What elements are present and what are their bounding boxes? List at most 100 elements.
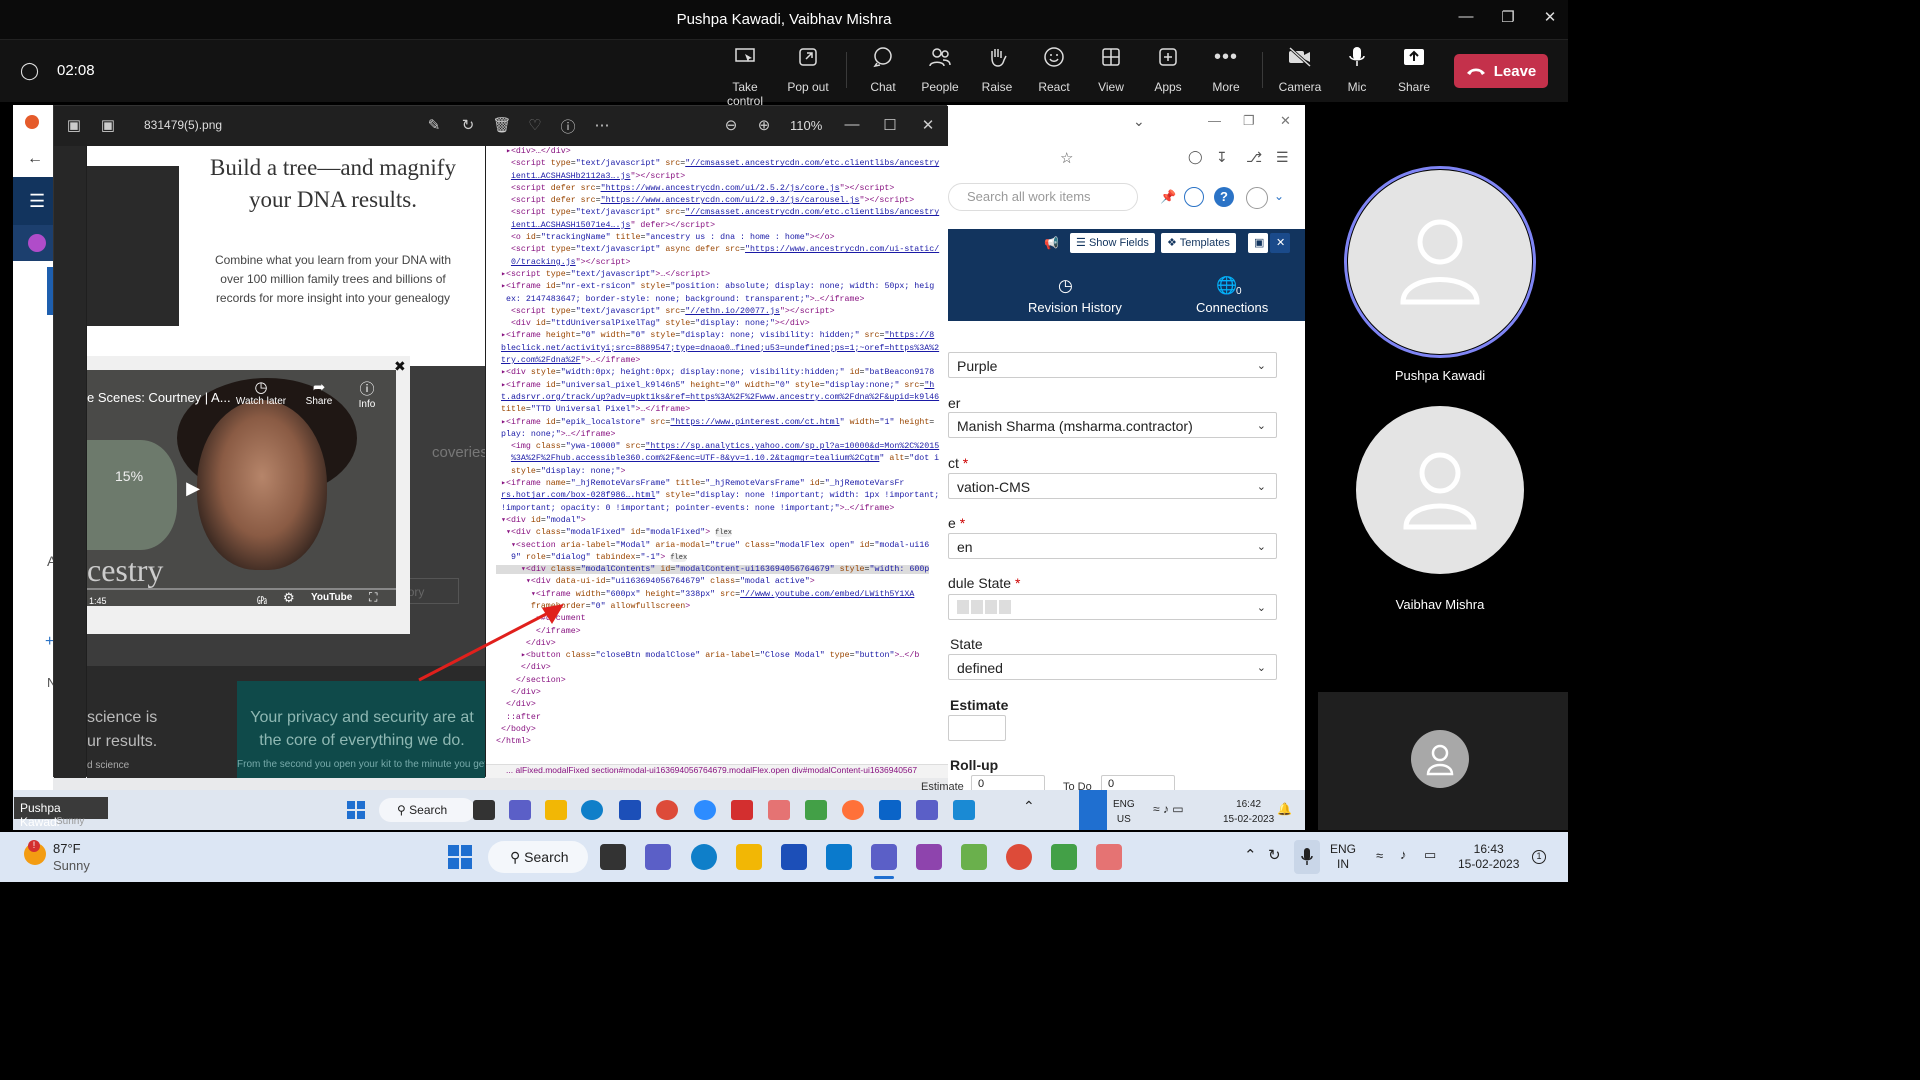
volume-icon[interactable]: ♪: [1400, 847, 1407, 862]
chat-button[interactable]: Chat: [853, 44, 913, 100]
back-arrow-icon[interactable]: ←: [27, 150, 43, 168]
mic-tray-icon[interactable]: [1294, 840, 1320, 874]
file-explorer-icon[interactable]: [736, 844, 762, 870]
gallery-icon[interactable]: ▣: [64, 116, 84, 136]
notification-icon[interactable]: 🔔: [1277, 802, 1292, 816]
connections-tab[interactable]: Connections: [1196, 300, 1268, 315]
field-schedule-state[interactable]: ⌄: [948, 594, 1277, 620]
chevron-up-icon[interactable]: ⌃: [1244, 846, 1257, 864]
minimize-icon[interactable]: —: [842, 116, 862, 136]
edge-icon[interactable]: [581, 800, 603, 820]
anydesk-icon[interactable]: [731, 800, 753, 820]
store-icon[interactable]: [781, 844, 807, 870]
pop-out-button[interactable]: Pop out: [778, 44, 838, 100]
language-indicator[interactable]: ENG IN: [1330, 842, 1356, 872]
field-color[interactable]: Purple ⌄: [948, 352, 1277, 378]
avatar[interactable]: [1356, 406, 1524, 574]
task-view-icon[interactable]: [600, 844, 626, 870]
app-icon[interactable]: [953, 800, 975, 820]
apps-button[interactable]: Apps: [1138, 44, 1198, 100]
close-icon[interactable]: ✕: [1270, 233, 1290, 253]
outlook-icon[interactable]: [879, 800, 901, 820]
store-icon[interactable]: [619, 800, 641, 820]
rotate-icon[interactable]: ↻: [458, 116, 478, 136]
megaphone-icon[interactable]: 📢: [1044, 236, 1059, 250]
avatar[interactable]: [1348, 170, 1532, 354]
history-icon[interactable]: [1184, 187, 1204, 207]
show-fields-button[interactable]: ☰ Show Fields: [1070, 233, 1155, 253]
clock[interactable]: 16:43 15-02-2023: [1458, 842, 1519, 872]
teams-icon[interactable]: [916, 800, 938, 820]
notification-count[interactable]: 1: [1532, 850, 1546, 864]
minimize-icon[interactable]: —: [1454, 8, 1478, 30]
view-button[interactable]: View: [1081, 44, 1141, 100]
close-icon[interactable]: ✕: [918, 116, 938, 136]
estimate-input[interactable]: [948, 715, 1006, 741]
visual-studio-icon[interactable]: [916, 844, 942, 870]
camera-button[interactable]: Camera: [1270, 44, 1330, 100]
inner-clock[interactable]: 16:42 15-02-2023: [1223, 797, 1274, 827]
more-icon[interactable]: ⋯: [592, 116, 612, 136]
field-project[interactable]: vation-CMS ⌄: [948, 473, 1277, 499]
windows-start-icon[interactable]: [448, 845, 472, 869]
app-icon[interactable]: [1096, 844, 1122, 870]
taskbar-search[interactable]: ⚲ Search: [379, 798, 475, 822]
pin-icon[interactable]: 📌: [1160, 189, 1176, 205]
zoom-out-icon[interactable]: ⊖: [721, 116, 741, 136]
wifi-icon[interactable]: ≈: [1376, 848, 1383, 863]
teams-chat-icon[interactable]: [509, 800, 531, 820]
react-button[interactable]: React: [1024, 44, 1084, 100]
chrome-icon[interactable]: [656, 800, 678, 820]
teams-icon[interactable]: [871, 844, 897, 870]
minimize-icon[interactable]: —: [1208, 113, 1221, 128]
field-owner[interactable]: Manish Sharma (msharma.contractor) ⌄: [948, 412, 1277, 438]
vscode-icon[interactable]: [826, 844, 852, 870]
zoom-in-icon[interactable]: ⊕: [754, 116, 774, 136]
help-icon[interactable]: ?: [1214, 187, 1234, 207]
task-view-icon[interactable]: [473, 800, 495, 820]
restore-icon[interactable]: ❐: [1496, 8, 1520, 30]
app-icon[interactable]: [805, 800, 827, 820]
windows-start-icon[interactable]: [347, 801, 365, 819]
file-explorer-icon[interactable]: [545, 800, 567, 820]
mic-button[interactable]: Mic: [1327, 44, 1387, 100]
share-button[interactable]: Share: [1384, 44, 1444, 100]
menu-icon[interactable]: ☰: [1276, 149, 1289, 166]
maximize-icon[interactable]: ☐: [880, 116, 900, 136]
language-indicator[interactable]: ENG US: [1113, 797, 1135, 827]
download-icon[interactable]: ↧: [1216, 149, 1228, 166]
field-state[interactable]: defined ⌄: [948, 654, 1277, 680]
teams-chat-icon[interactable]: [645, 844, 671, 870]
battery-icon[interactable]: ▭: [1424, 847, 1436, 863]
search-work-items-input[interactable]: Search all work items: [948, 183, 1138, 211]
templates-button[interactable]: ❖ Templates: [1161, 233, 1236, 253]
chevron-down-icon[interactable]: ⌄: [1133, 113, 1145, 130]
edge-icon[interactable]: [691, 844, 717, 870]
app-icon[interactable]: [961, 844, 987, 870]
delete-icon[interactable]: 🗑: [492, 116, 512, 136]
more-button[interactable]: ••• More: [1196, 44, 1256, 100]
sync-icon[interactable]: ↻: [1268, 846, 1281, 864]
hamburger-icon[interactable]: ☰: [29, 191, 45, 212]
app-icon[interactable]: [1051, 844, 1077, 870]
raise-hand-button[interactable]: Raise: [967, 44, 1027, 100]
wifi-icon[interactable]: ≈ ♪ ▭: [1153, 802, 1184, 816]
close-icon[interactable]: ✕: [1538, 8, 1562, 30]
close-icon[interactable]: ✕: [1280, 113, 1291, 129]
take-control-button[interactable]: Take control: [715, 44, 775, 108]
pocket-icon[interactable]: ◯: [1188, 149, 1203, 165]
bookmark-star-icon[interactable]: ☆: [1060, 149, 1073, 167]
leave-button[interactable]: Leave: [1454, 54, 1548, 88]
chevron-up-icon[interactable]: ⌃: [1023, 798, 1035, 815]
mic-tray-icon[interactable]: [1079, 790, 1107, 830]
temperature[interactable]: 87°F: [53, 841, 81, 856]
restore-icon[interactable]: ❐: [1243, 113, 1255, 129]
taskbar-search[interactable]: ⚲ Search: [488, 841, 588, 873]
app-icon[interactable]: [768, 800, 790, 820]
devtools-breadcrumb[interactable]: ... alFixed.modalFixed section#modal-ui1…: [486, 764, 948, 778]
firefox-icon[interactable]: [842, 800, 864, 820]
layout-icon[interactable]: ▣: [1248, 233, 1268, 253]
zoom-icon[interactable]: [694, 800, 716, 820]
user-avatar-icon[interactable]: [1246, 187, 1268, 209]
extensions-icon[interactable]: ⎇: [1246, 149, 1262, 166]
